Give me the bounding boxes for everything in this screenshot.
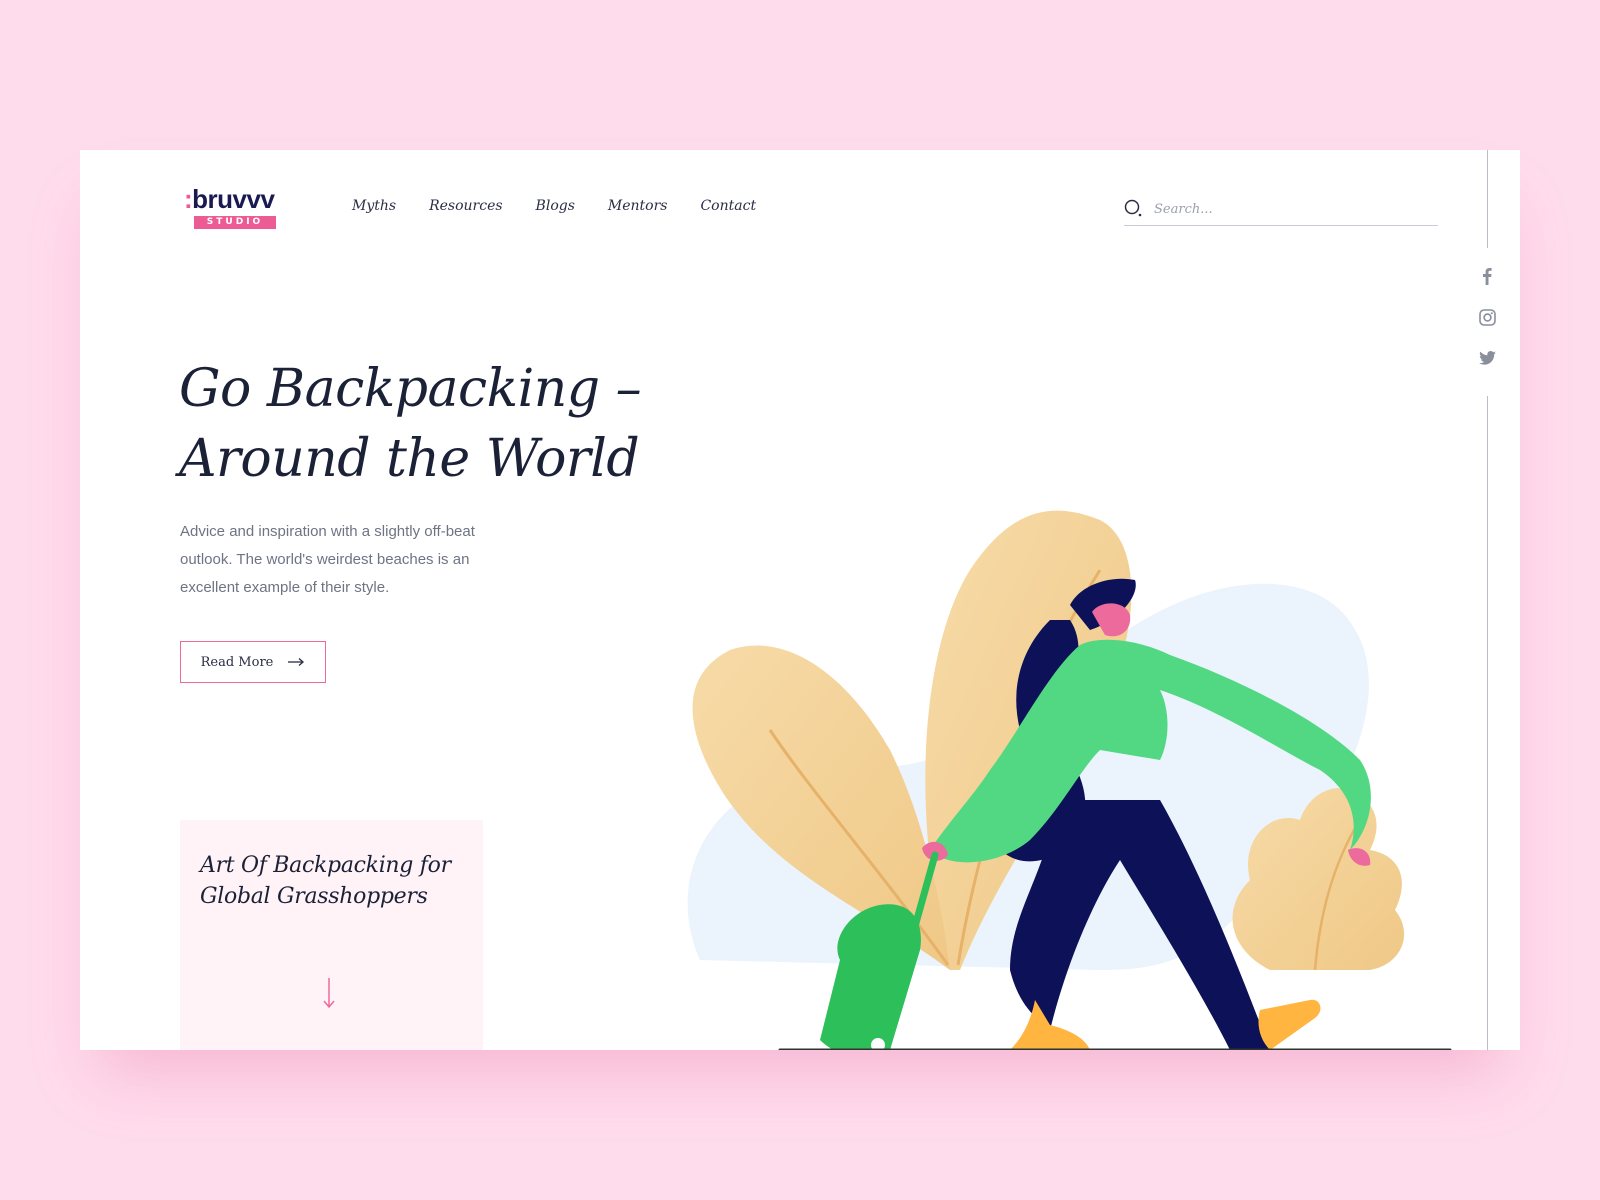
read-more-button[interactable]: Read More <box>180 641 326 683</box>
twitter-icon[interactable] <box>1477 348 1497 368</box>
logo-prefix: : <box>184 184 193 214</box>
main-nav: Myths Resources Blogs Mentors Contact <box>352 198 756 214</box>
backpacker-illustration <box>687 510 1452 1050</box>
hero-description: Advice and inspiration with a slightly o… <box>180 523 475 596</box>
feature-title: Art Of Backpacking for Global Grasshoppe… <box>200 853 451 909</box>
logo-wordmark: :bruvvv <box>184 184 275 214</box>
logo-subtitle: STUDIO <box>194 216 276 229</box>
read-more-label: Read More <box>200 654 274 670</box>
right-shoe <box>1258 999 1321 1050</box>
instagram-icon[interactable] <box>1477 307 1497 327</box>
feature-card[interactable]: Art Of Backpacking for Global Grasshoppe… <box>180 820 483 1050</box>
search-input[interactable] <box>1154 196 1424 222</box>
nav-item-myths[interactable]: Myths <box>352 198 396 214</box>
logo-name: bruvvv <box>192 184 275 214</box>
rail-divider-top <box>1487 150 1488 248</box>
search-bar <box>1124 196 1438 226</box>
brand-logo[interactable]: :bruvvv STUDIO <box>184 186 276 230</box>
nav-item-contact[interactable]: Contact <box>700 198 756 214</box>
arrow-down-icon[interactable] <box>322 976 336 1010</box>
facebook-icon[interactable] <box>1477 266 1497 286</box>
search-icon[interactable] <box>1124 198 1144 218</box>
nav-item-mentors[interactable]: Mentors <box>608 198 668 214</box>
nav-item-resources[interactable]: Resources <box>429 198 502 214</box>
nav-item-blogs[interactable]: Blogs <box>536 198 575 214</box>
rail-divider-bottom <box>1487 396 1488 1050</box>
arrow-right-icon <box>288 658 305 666</box>
page-card: :bruvvv STUDIO Myths Resources Blogs Men… <box>80 150 1520 1050</box>
